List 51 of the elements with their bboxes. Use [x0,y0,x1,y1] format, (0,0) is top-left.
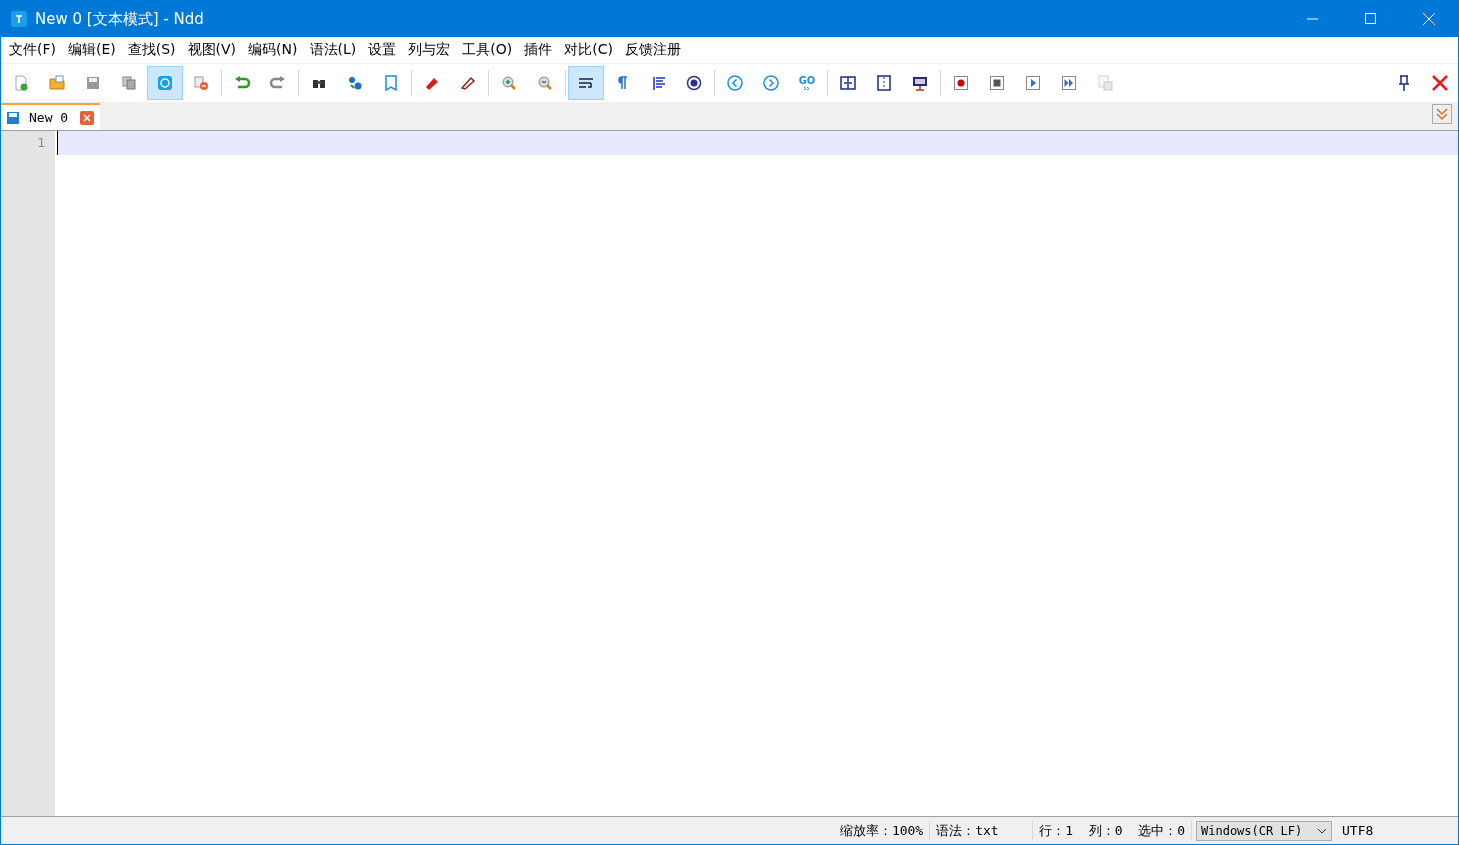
menu-item[interactable]: 列与宏 [402,41,457,59]
pin-icon [1397,74,1411,92]
menu-item[interactable]: 工具(O) [456,41,519,59]
floppy-icon [84,74,102,92]
bookmark-icon [382,74,400,92]
target-icon [685,74,703,92]
menu-item[interactable]: 反馈注册 [618,41,687,59]
syntax-status: 语法：txt [930,820,1034,841]
zoom-status: 缩放率：100% [833,820,931,841]
app-icon [11,11,27,27]
close-icon [1431,74,1449,92]
floppy-icon [7,111,19,124]
menu-item[interactable]: 对比(C) [558,41,619,59]
toolbar-button[interactable] [568,66,604,100]
folder-icon [48,74,66,92]
chevron-down-icon[interactable] [1432,104,1452,124]
menu-item[interactable]: 文件(F) [3,41,62,59]
chevron-right-icon [762,74,780,92]
menu-item[interactable]: 编辑(E) [62,41,122,59]
encoding-status: UTF8 [1341,821,1375,840]
tab-label: New 0 [29,110,69,125]
document-tab[interactable]: New 0 [1,103,101,130]
menu-item[interactable]: 查找(S) [121,41,182,59]
fast-forward-icon [1060,74,1078,92]
menu-item[interactable]: 设置 [362,41,403,59]
monitor-icon [911,74,929,92]
documents-icon [1096,74,1114,92]
zoom-out-icon [536,74,554,92]
window-title: New 0 [文本模式] - Ndd [35,9,205,29]
maximize-icon [1365,13,1377,25]
split-view-icon [839,74,857,92]
zoom-in-icon [500,74,518,92]
close-icon[interactable] [80,110,95,125]
line-ending-dropdown[interactable]: Windows(CR LF) [1196,820,1332,841]
menu-item[interactable]: 语法(L) [303,41,363,59]
menu-item[interactable]: 编码(N) [242,41,304,59]
record-icon [952,74,970,92]
eraser-icon [459,74,477,92]
new-file-icon [12,74,30,92]
menu-item[interactable]: 视图(V) [181,41,243,59]
column-icon [875,74,893,92]
stop-icon [988,74,1006,92]
documents-icon [120,74,138,92]
chevron-left-icon [726,74,744,92]
close-documents-icon [192,74,210,92]
close-icon [1423,13,1435,25]
line-number: 1 [37,134,46,152]
cursor-position: 行：1 列：0 选中：0 [1033,820,1192,841]
play-icon [1024,74,1042,92]
menu-item[interactable]: 插件 [518,41,559,59]
chevron-down-icon [1317,827,1327,834]
